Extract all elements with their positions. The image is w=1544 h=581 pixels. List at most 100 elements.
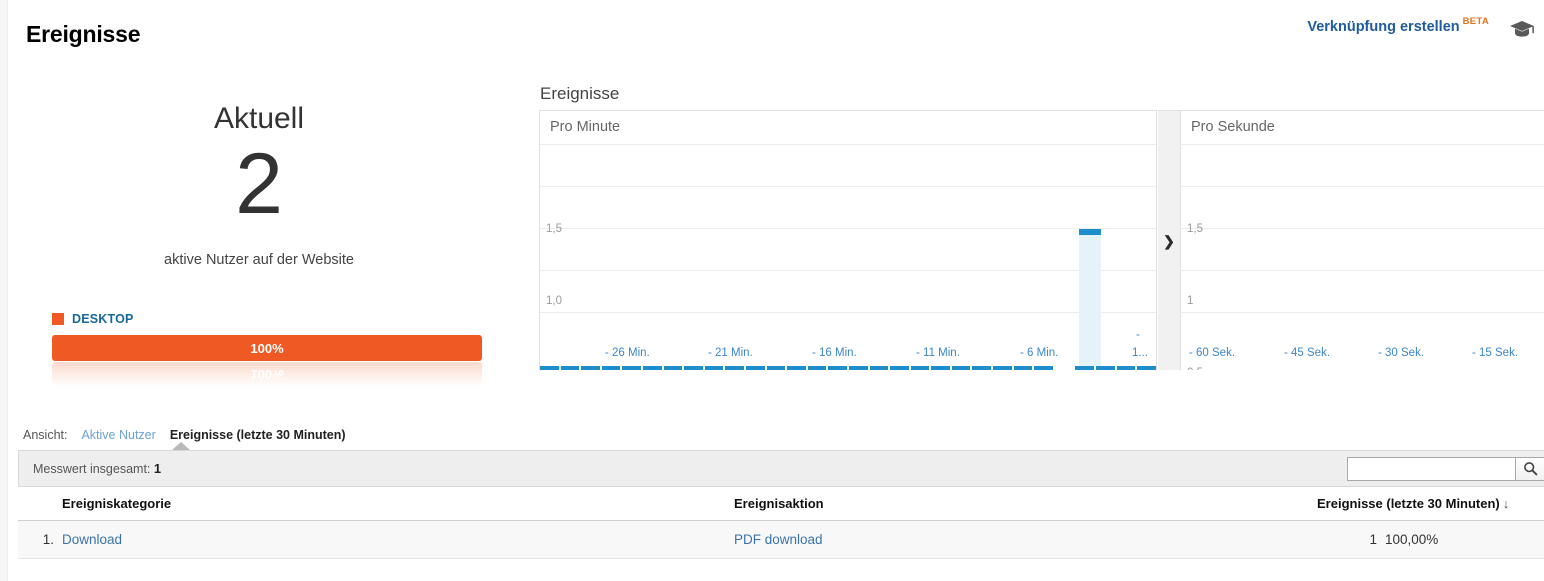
axis-segment — [642, 366, 662, 370]
column-header-index — [18, 486, 62, 521]
arrow-down-icon: ↓ — [1502, 496, 1510, 511]
event-category-link[interactable]: Download — [62, 532, 122, 547]
column-header-events[interactable]: Ereignisse (letzte 30 Minuten) ↓ — [1317, 486, 1509, 521]
gridline — [540, 186, 1156, 187]
view-switcher-label: Ansicht: — [23, 428, 68, 442]
x-axis-tick: - 60 Sek. — [1189, 347, 1236, 359]
search-icon — [1524, 462, 1538, 476]
view-option-active-users[interactable]: Aktive Nutzer — [81, 428, 155, 442]
axis-segment — [1137, 366, 1156, 370]
x-axis-tick: - 11 Min. — [916, 347, 960, 359]
chart-per-minute-plot: 1,5 1,0 0,5 - - 26 Min. - 21 Min. - 16 M… — [540, 144, 1156, 370]
y-axis-tick: 0,5 — [1187, 367, 1203, 370]
chart-x-axis — [540, 366, 1156, 370]
view-option-events[interactable]: Ereignisse (letzte 30 Minuten) — [170, 428, 346, 442]
chevron-right-icon: ❯ — [1163, 232, 1175, 249]
row-category: Download — [62, 520, 734, 559]
table-header-row: Ereigniskategorie Ereignisaktion Ereigni… — [18, 486, 1544, 521]
page-content: Aktuell 2 aktive Nutzer auf der Website … — [9, 62, 1544, 581]
x-axis-tick: - 16 Min. — [812, 347, 857, 359]
gridline — [540, 312, 1156, 313]
chart-per-minute-title: Pro Minute — [550, 119, 621, 135]
x-axis-tick: - 26 Min. — [605, 347, 650, 359]
column-header-category[interactable]: Ereigniskategorie — [62, 486, 734, 521]
row-events-count: 1 — [1317, 520, 1385, 559]
beta-badge: BETA — [1462, 16, 1489, 27]
realtime-counter-panel: Aktuell 2 aktive Nutzer auf der Website … — [9, 62, 529, 412]
axis-segment — [910, 366, 930, 370]
event-action-link[interactable]: PDF download — [734, 532, 823, 547]
device-legend: DESKTOP — [52, 312, 134, 326]
axis-segment — [890, 366, 909, 370]
graduation-cap-icon[interactable] — [1509, 19, 1535, 39]
header-actions: Verknüpfung erstellen BETA — [1307, 16, 1535, 39]
axis-segment — [931, 366, 950, 370]
axis-segment — [828, 366, 847, 370]
realtime-active-users-count: 2 — [235, 136, 283, 232]
gridline — [1181, 312, 1544, 313]
axis-segment — [993, 366, 1012, 370]
axis-segment — [622, 366, 641, 370]
device-share-bar: 100% — [52, 335, 482, 361]
metric-total-label: Messwert insgesamt: — [33, 462, 151, 476]
charts-region: Ereignisse Pro Minute 1,5 1,0 0,5 — [530, 62, 1544, 412]
charts-expand-divider[interactable]: ❯ — [1158, 110, 1180, 370]
axis-segment — [951, 366, 971, 370]
view-switcher-pointer-icon — [172, 442, 190, 450]
metric-total-value: 1 — [153, 461, 162, 476]
events-table-container: Messwert insgesamt: 1 Ereigniskategorie … — [18, 450, 1544, 559]
axis-segment — [560, 366, 580, 370]
axis-segment — [704, 366, 724, 370]
truncated-tick-dash: - — [1136, 329, 1140, 341]
axis-segment — [972, 366, 992, 370]
axis-segment — [725, 366, 744, 370]
gridline — [540, 270, 1156, 271]
axis-segment — [601, 366, 621, 370]
chart-bar[interactable] — [1079, 229, 1101, 366]
chart-per-minute: Pro Minute 1,5 1,0 0,5 - - 26 Min. — [539, 110, 1157, 370]
device-legend-label: DESKTOP — [72, 312, 134, 326]
axis-segment — [1013, 366, 1033, 370]
row-events-percent: 100,00% — [1385, 520, 1544, 559]
search-button[interactable] — [1515, 456, 1544, 481]
create-shortcut-link[interactable]: Verknüpfung erstellen — [1307, 18, 1459, 36]
events-table: Ereigniskategorie Ereignisaktion Ereigni… — [18, 486, 1544, 559]
axis-segment — [1096, 366, 1115, 370]
axis-segment — [1034, 366, 1053, 370]
page-title: Ereignisse — [26, 21, 141, 47]
axis-segment — [1116, 366, 1136, 370]
x-axis-tick: - 15 Sek. — [1472, 347, 1519, 359]
axis-segment — [848, 366, 868, 370]
y-axis-tick: 1,0 — [546, 295, 562, 307]
x-axis-tick: 1... — [1132, 347, 1148, 359]
realtime-subtitle: aktive Nutzer auf der Website — [164, 252, 354, 268]
axis-segment-gap — [1055, 366, 1074, 370]
row-action: PDF download — [734, 520, 1317, 559]
x-axis-tick: - 6 Min. — [1020, 347, 1059, 359]
axis-segment — [787, 366, 806, 370]
chart-per-second-plot: 1,5 1 0,5 - 60 Sek. - 45 Sek. - 30 Sek. … — [1181, 144, 1544, 370]
table-toolbar: Messwert insgesamt: 1 — [18, 450, 1544, 486]
gridline — [540, 144, 1156, 145]
x-axis-tick: - 21 Min. — [708, 347, 753, 359]
y-axis-tick: 1 — [1187, 295, 1194, 307]
device-share-bar-reflection: 100% — [52, 362, 482, 388]
axis-segment — [766, 366, 786, 370]
axis-segment — [1075, 366, 1095, 370]
device-share-bar-wrapper: 100% 100% — [52, 335, 482, 388]
axis-segment — [540, 366, 559, 370]
left-gutter — [0, 0, 8, 581]
axis-segment — [745, 366, 765, 370]
chart-per-second-title: Pro Sekunde — [1191, 119, 1275, 135]
axis-segment — [663, 366, 683, 370]
chart-per-second: Pro Sekunde 1,5 1 0,5 - 60 Sek. - 45 Sek… — [1180, 110, 1544, 370]
device-color-swatch-icon — [52, 313, 64, 325]
charts-title: Ereignisse — [540, 84, 620, 103]
x-axis-tick: - 45 Sek. — [1284, 347, 1331, 359]
y-axis-tick: 1,5 — [546, 223, 562, 235]
search-input[interactable] — [1347, 456, 1515, 481]
page-header: Ereignisse Verknüpfung erstellen BETA — [9, 0, 1544, 62]
axis-segment — [869, 366, 889, 370]
column-header-action[interactable]: Ereignisaktion — [734, 486, 1317, 521]
gridline — [540, 228, 1156, 229]
